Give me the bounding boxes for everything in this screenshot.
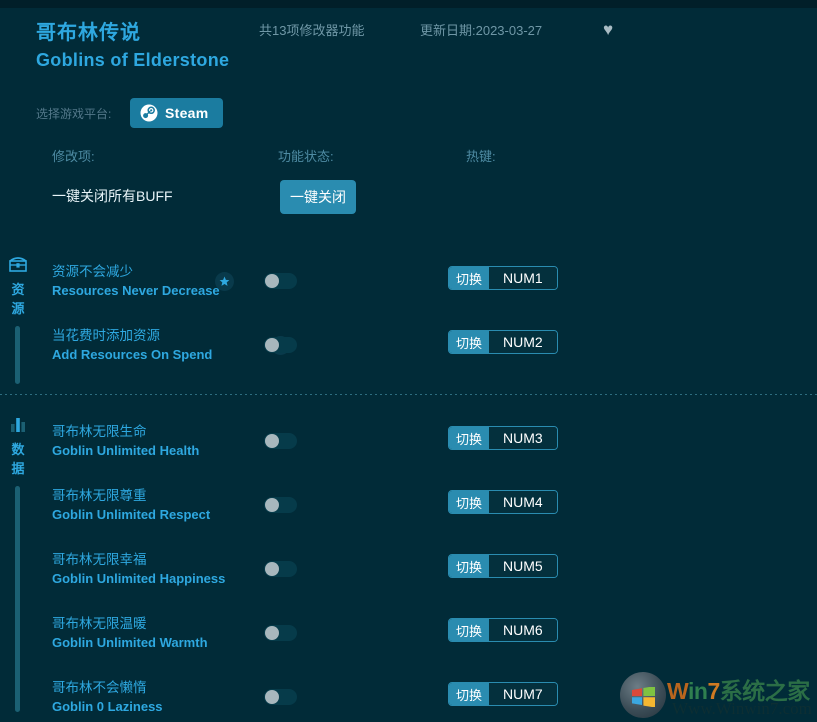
- toggle-knob: [265, 626, 279, 640]
- master-disable-label: 一键关闭所有BUFF: [52, 186, 173, 206]
- cheat-name-en: Goblin 0 Laziness: [52, 697, 252, 716]
- cheat-toggle[interactable]: [264, 497, 297, 513]
- platform-selector-row: 选择游戏平台: Steam: [0, 98, 817, 130]
- hotkey-button[interactable]: 切换NUM3: [448, 426, 558, 450]
- hotkey-action-label: 切换: [449, 555, 489, 577]
- cheat-toggle[interactable]: [264, 433, 297, 449]
- cheat-name-en: Goblin Unlimited Happiness: [52, 569, 252, 588]
- column-headers: 修改项: 功能状态: 热键:: [0, 146, 817, 168]
- platform-label: 选择游戏平台:: [36, 105, 111, 122]
- cheat-name-en: Add Resources On Spend: [52, 345, 252, 364]
- hotkey-action-label: 切换: [449, 683, 489, 705]
- hotkey-key-label[interactable]: NUM3: [489, 427, 557, 449]
- toggle-knob: [265, 274, 279, 288]
- toggle-knob: [265, 690, 279, 704]
- update-date-label: 更新日期:2023-03-27: [420, 20, 542, 39]
- cheat-name-cn: 哥布林无限幸福: [52, 550, 252, 569]
- cheat-row: 哥布林无限生命Goblin Unlimited Health 切换NUM3: [0, 422, 817, 486]
- toggle-knob: [265, 434, 279, 448]
- section-divider: [0, 394, 817, 395]
- heart-icon[interactable]: ♥: [598, 20, 618, 42]
- page-title-en: Goblins of Elderstone: [36, 50, 229, 71]
- cheat-row: 哥布林无限温暖Goblin Unlimited Warmth 切换NUM6: [0, 614, 817, 678]
- hotkey-button[interactable]: 切换NUM4: [448, 490, 558, 514]
- hotkey-button[interactable]: 切换NUM7: [448, 682, 558, 706]
- cheat-section-2: 数据哥布林无限生命Goblin Unlimited Health切换NUM3哥布…: [0, 408, 817, 722]
- hotkey-action-label: 切换: [449, 619, 489, 641]
- page-title-cn: 哥布林传说: [36, 16, 141, 45]
- cheat-name-cn: 哥布林不会懒惰: [52, 678, 252, 697]
- cheat-row: 哥布林无限尊重Goblin Unlimited Respect 切换NUM4: [0, 486, 817, 550]
- toggle-knob: [265, 338, 279, 352]
- hotkey-action-label: 切换: [449, 267, 489, 289]
- master-disable-button[interactable]: 一键关闭: [280, 180, 356, 214]
- app-header: 哥布林传说 Goblins of Elderstone 共13项修改器功能 更新…: [0, 8, 817, 90]
- cheat-name-cn: 当花费时添加资源: [52, 326, 252, 345]
- hotkey-button[interactable]: 切换NUM1: [448, 266, 558, 290]
- platform-steam-button[interactable]: Steam: [130, 98, 223, 128]
- cheat-name-cn: 哥布林无限生命: [52, 422, 252, 441]
- cheat-row: 哥布林不会懒惰Goblin 0 Laziness 切换NUM7: [0, 678, 817, 722]
- cheat-name-group: 哥布林不会懒惰Goblin 0 Laziness: [52, 678, 252, 716]
- hotkey-key-label[interactable]: NUM2: [489, 331, 557, 353]
- hotkey-key-label[interactable]: NUM4: [489, 491, 557, 513]
- hotkey-key-label[interactable]: NUM7: [489, 683, 557, 705]
- platform-steam-label: Steam: [165, 105, 209, 121]
- cheat-section-1: 资源资源不会减少Resources Never Decrease切换NUM1当花…: [0, 248, 817, 394]
- hotkey-action-label: 切换: [449, 331, 489, 353]
- column-header-status: 功能状态:: [278, 146, 334, 165]
- window-top-strip: [0, 0, 817, 8]
- master-disable-row: 一键关闭所有BUFF 一键关闭: [0, 180, 817, 218]
- cheat-toggle[interactable]: [264, 273, 297, 289]
- star-icon[interactable]: [215, 272, 234, 291]
- hotkey-button[interactable]: 切换NUM2: [448, 330, 558, 354]
- toggle-knob: [265, 498, 279, 512]
- hotkey-button[interactable]: 切换NUM6: [448, 618, 558, 642]
- cheat-name-group: 哥布林无限幸福Goblin Unlimited Happiness: [52, 550, 252, 588]
- cheat-name-cn: 哥布林无限温暖: [52, 614, 252, 633]
- cheat-name-en: Goblin Unlimited Health: [52, 441, 252, 460]
- cheat-row: 资源不会减少Resources Never Decrease切换NUM1: [0, 262, 817, 326]
- column-header-modification: 修改项:: [52, 146, 95, 165]
- cheat-toggle[interactable]: [264, 561, 297, 577]
- cheat-name-en: Goblin Unlimited Respect: [52, 505, 252, 524]
- cheat-name-cn: 哥布林无限尊重: [52, 486, 252, 505]
- cheat-toggle[interactable]: [264, 689, 297, 705]
- hotkey-action-label: 切换: [449, 427, 489, 449]
- cheat-row: 当花费时添加资源Add Resources On Spend 切换NUM2: [0, 326, 817, 390]
- cheat-row: 哥布林无限幸福Goblin Unlimited Happiness 切换NUM5: [0, 550, 817, 614]
- cheat-toggle[interactable]: [264, 337, 297, 353]
- cheat-name-group: 当花费时添加资源Add Resources On Spend: [52, 326, 252, 364]
- feature-count-label: 共13项修改器功能: [259, 20, 364, 39]
- toggle-knob: [265, 562, 279, 576]
- cheat-name-en: Goblin Unlimited Warmth: [52, 633, 252, 652]
- cheat-name-group: 哥布林无限尊重Goblin Unlimited Respect: [52, 486, 252, 524]
- hotkey-key-label[interactable]: NUM6: [489, 619, 557, 641]
- column-header-hotkey: 热键:: [466, 146, 496, 165]
- cheat-name-group: 哥布林无限温暖Goblin Unlimited Warmth: [52, 614, 252, 652]
- hotkey-action-label: 切换: [449, 491, 489, 513]
- cheat-name-group: 哥布林无限生命Goblin Unlimited Health: [52, 422, 252, 460]
- hotkey-button[interactable]: 切换NUM5: [448, 554, 558, 578]
- steam-icon: [140, 104, 158, 122]
- hotkey-key-label[interactable]: NUM5: [489, 555, 557, 577]
- cheat-toggle[interactable]: [264, 625, 297, 641]
- hotkey-key-label[interactable]: NUM1: [489, 267, 557, 289]
